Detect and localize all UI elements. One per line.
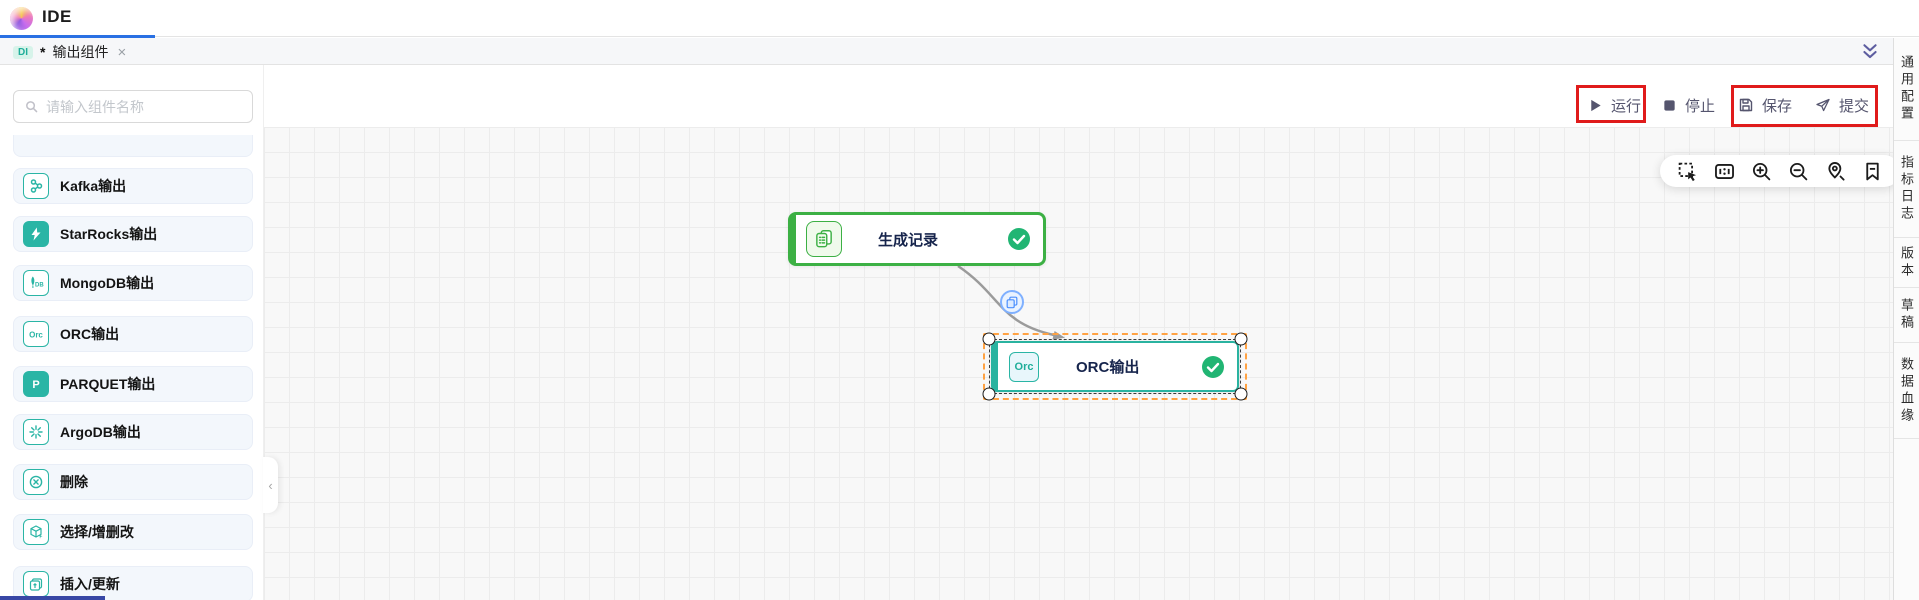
sidebar-item-insert-update[interactable]: 插入/更新: [13, 566, 253, 600]
parquet-icon: P: [23, 371, 49, 397]
node-orc-output-selection: Orc ORC输出: [983, 333, 1247, 400]
insert-update-icon: [23, 571, 49, 597]
list-item-partial[interactable]: [13, 135, 253, 157]
tab-type-badge: DI: [13, 46, 33, 59]
resize-handle-top-right[interactable]: [1235, 333, 1248, 346]
resize-handle-bottom-right[interactable]: [1235, 388, 1248, 401]
sidebar-item-select-cud[interactable]: 选择/增删改: [13, 514, 253, 550]
panel-collapse-handle[interactable]: ‹: [263, 457, 278, 513]
marquee-select-icon[interactable]: [1669, 161, 1706, 182]
sidebar-item-mongodb-output[interactable]: DB MongoDB输出: [13, 265, 253, 301]
success-check-icon: [1201, 355, 1225, 379]
search-input[interactable]: [46, 99, 242, 115]
double-chevron-down-icon[interactable]: [1861, 43, 1879, 61]
zoom-in-icon[interactable]: [1743, 161, 1780, 182]
run-toolbar: 运行 停止 保存 提交: [264, 65, 1893, 127]
sidebar-item-general-config[interactable]: 通用配置: [1894, 38, 1919, 141]
sidebar-item-kafka-output[interactable]: Kafka输出: [13, 168, 253, 204]
select-cud-icon: [23, 519, 49, 545]
tab-close-icon[interactable]: ×: [115, 45, 128, 60]
submit-button[interactable]: 提交: [1815, 91, 1869, 119]
sidebar-item-starrocks-output[interactable]: StarRocks输出: [13, 216, 253, 252]
tab-bar: DI * 输出组件 ×: [0, 38, 1893, 65]
app-title: IDE: [42, 7, 72, 27]
resize-handle-top-left[interactable]: [983, 333, 996, 346]
node-label: ORC输出: [1076, 356, 1139, 377]
zoom-out-icon[interactable]: [1780, 161, 1817, 182]
minimap-icon[interactable]: [1706, 161, 1743, 182]
orc-icon: Orc: [23, 321, 49, 347]
tab-output-components[interactable]: DI * 输出组件 ×: [13, 41, 128, 63]
tab-dirty-marker: *: [40, 44, 45, 60]
svg-text:DB: DB: [35, 283, 44, 289]
ide-window: IDE DI * 输出组件 ×: [0, 0, 1919, 600]
edge-copy-icon[interactable]: [1000, 290, 1024, 314]
play-icon: [1588, 98, 1603, 113]
svg-text:Orc: Orc: [29, 331, 43, 340]
app-header: IDE: [0, 0, 1919, 37]
generate-records-icon: [806, 221, 842, 257]
component-panel: Kafka输出 StarRocks输出 DB MongoDB输出 Orc ORC: [0, 65, 264, 600]
node-generate-records[interactable]: 生成记录: [788, 212, 1046, 266]
sidebar-item-draft[interactable]: 草稿: [1894, 288, 1919, 343]
save-button[interactable]: 保存: [1738, 91, 1792, 119]
stop-button[interactable]: 停止: [1662, 91, 1715, 119]
paper-plane-icon: [1815, 97, 1831, 113]
stop-icon: [1662, 98, 1677, 113]
component-search[interactable]: [13, 90, 253, 123]
starrocks-icon: [23, 221, 49, 247]
mongodb-icon: DB: [23, 270, 49, 296]
success-check-icon: [1007, 227, 1031, 251]
right-config-sidebar: 通用配置 指标日志 版本 草稿 数据血缘: [1893, 38, 1919, 600]
run-button[interactable]: 运行: [1588, 91, 1641, 119]
node-label: 生成记录: [878, 229, 938, 250]
orc-node-icon: Orc: [1009, 352, 1039, 382]
canvas-toolbar: [1660, 155, 1900, 187]
kafka-icon: [23, 173, 49, 199]
locate-icon[interactable]: [1817, 161, 1854, 182]
sidebar-item-data-lineage[interactable]: 数据血缘: [1894, 343, 1919, 439]
sidebar-item-metrics-log[interactable]: 指标日志: [1894, 141, 1919, 238]
sidebar-item-delete[interactable]: 删除: [13, 464, 253, 500]
sidebar-item-argodb-output[interactable]: ArgoDB输出: [13, 414, 253, 450]
app-logo-icon: [10, 7, 33, 30]
chevron-left-icon: ‹: [268, 478, 272, 493]
flow-canvas[interactable]: 生成记录 Orc ORC输出: [264, 127, 1893, 600]
delete-icon: [23, 469, 49, 495]
save-icon: [1738, 97, 1754, 113]
svg-text:P: P: [32, 379, 39, 391]
sidebar-item-version[interactable]: 版本: [1894, 238, 1919, 288]
sidebar-item-orc-output[interactable]: Orc ORC输出: [13, 316, 253, 352]
tab-label: 输出组件: [52, 42, 108, 62]
node-orc-output[interactable]: Orc ORC输出: [991, 341, 1239, 392]
resize-handle-bottom-left[interactable]: [983, 388, 996, 401]
scroll-indicator: [0, 596, 105, 600]
sidebar-item-parquet-output[interactable]: P PARQUET输出: [13, 366, 253, 402]
bookmark-icon[interactable]: [1854, 161, 1891, 182]
argodb-icon: [23, 419, 49, 445]
search-icon: [24, 99, 39, 114]
